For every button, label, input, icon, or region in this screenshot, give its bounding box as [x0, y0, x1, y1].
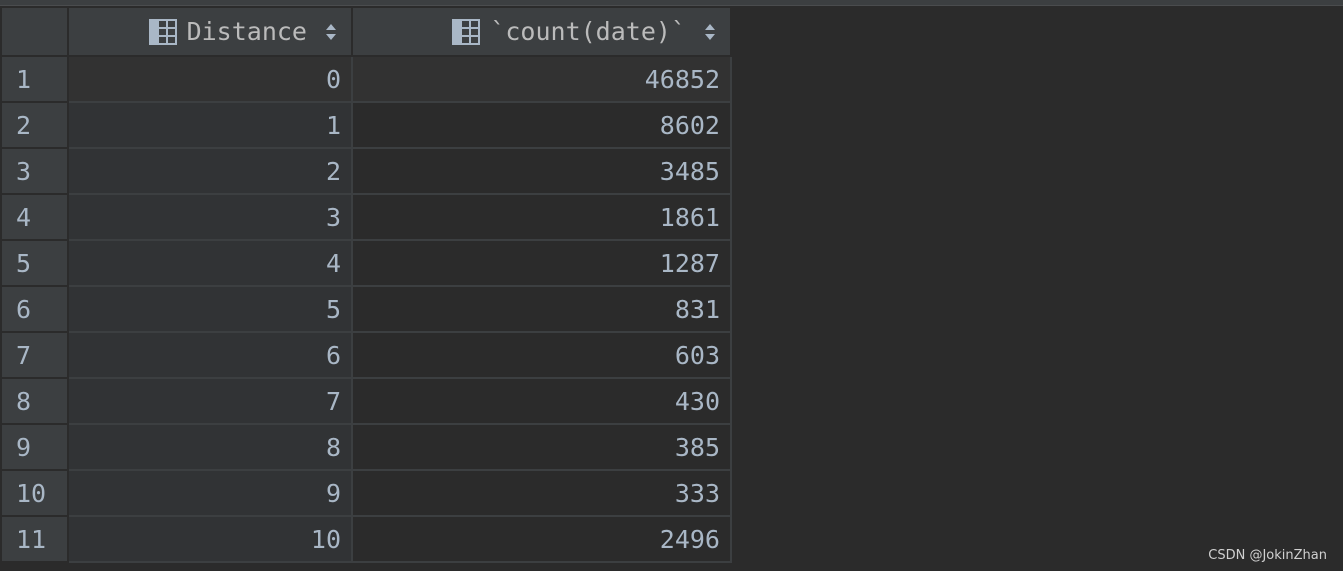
- cell-count-date[interactable]: 8602: [352, 102, 732, 149]
- cell-count-date[interactable]: 603: [352, 332, 732, 379]
- table-row[interactable]: 1 0 46852: [2, 56, 732, 103]
- sort-arrows-icon[interactable]: [704, 22, 716, 42]
- cell-count-date[interactable]: 430: [352, 378, 732, 425]
- table-row[interactable]: 2 1 8602: [2, 102, 732, 149]
- table-row[interactable]: 10 9 333: [2, 470, 732, 517]
- cell-distance[interactable]: 6: [68, 332, 353, 379]
- result-grid: Distance `count(date)` 1 0 46852 2 1 860…: [2, 8, 732, 563]
- column-header-label: `count(date)`: [490, 17, 686, 46]
- cell-count-date[interactable]: 385: [352, 424, 732, 471]
- cell-count-date[interactable]: 1287: [352, 240, 732, 287]
- column-header-label: Distance: [186, 17, 307, 46]
- row-number[interactable]: 4: [2, 194, 69, 241]
- cell-distance[interactable]: 2: [68, 148, 353, 195]
- cell-distance[interactable]: 3: [68, 194, 353, 241]
- grid-body: 1 0 46852 2 1 8602 3 2 3485 4 3 1861 5 4 1287 6 5 831 7 6 60…: [2, 56, 732, 563]
- row-number[interactable]: 11: [2, 516, 69, 563]
- row-number[interactable]: 7: [2, 332, 69, 379]
- table-row[interactable]: 3 2 3485: [2, 148, 732, 195]
- cell-count-date[interactable]: 46852: [352, 56, 732, 103]
- sort-arrows-icon[interactable]: [325, 22, 337, 42]
- table-column-icon: [148, 18, 177, 45]
- header-row: Distance `count(date)`: [2, 8, 732, 57]
- cell-distance[interactable]: 7: [68, 378, 353, 425]
- table-row[interactable]: 8 7 430: [2, 378, 732, 425]
- cell-distance[interactable]: 0: [68, 56, 353, 103]
- watermark: CSDN @JokinZhan: [1208, 548, 1327, 563]
- column-header-distance[interactable]: Distance: [68, 8, 353, 57]
- cell-distance[interactable]: 1: [68, 102, 353, 149]
- cell-count-date[interactable]: 333: [352, 470, 732, 517]
- row-number[interactable]: 9: [2, 424, 69, 471]
- cell-distance[interactable]: 8: [68, 424, 353, 471]
- cell-count-date[interactable]: 831: [352, 286, 732, 333]
- toolbar-edge: [0, 0, 1343, 6]
- table-row[interactable]: 7 6 603: [2, 332, 732, 379]
- table-row[interactable]: 5 4 1287: [2, 240, 732, 287]
- corner-cell[interactable]: [2, 8, 69, 57]
- row-number[interactable]: 1: [2, 56, 69, 103]
- row-number[interactable]: 8: [2, 378, 69, 425]
- table-row[interactable]: 11 10 2496: [2, 516, 732, 563]
- row-number[interactable]: 5: [2, 240, 69, 287]
- row-number[interactable]: 10: [2, 470, 69, 517]
- cell-distance[interactable]: 4: [68, 240, 353, 287]
- cell-count-date[interactable]: 2496: [352, 516, 732, 563]
- cell-count-date[interactable]: 3485: [352, 148, 732, 195]
- cell-distance[interactable]: 10: [68, 516, 353, 563]
- column-header-count-date[interactable]: `count(date)`: [352, 8, 732, 57]
- table-row[interactable]: 6 5 831: [2, 286, 732, 333]
- table-column-icon: [452, 18, 481, 45]
- cell-distance[interactable]: 9: [68, 470, 353, 517]
- table-row[interactable]: 9 8 385: [2, 424, 732, 471]
- row-number[interactable]: 6: [2, 286, 69, 333]
- table-row[interactable]: 4 3 1861: [2, 194, 732, 241]
- row-number[interactable]: 3: [2, 148, 69, 195]
- cell-count-date[interactable]: 1861: [352, 194, 732, 241]
- row-number[interactable]: 2: [2, 102, 69, 149]
- cell-distance[interactable]: 5: [68, 286, 353, 333]
